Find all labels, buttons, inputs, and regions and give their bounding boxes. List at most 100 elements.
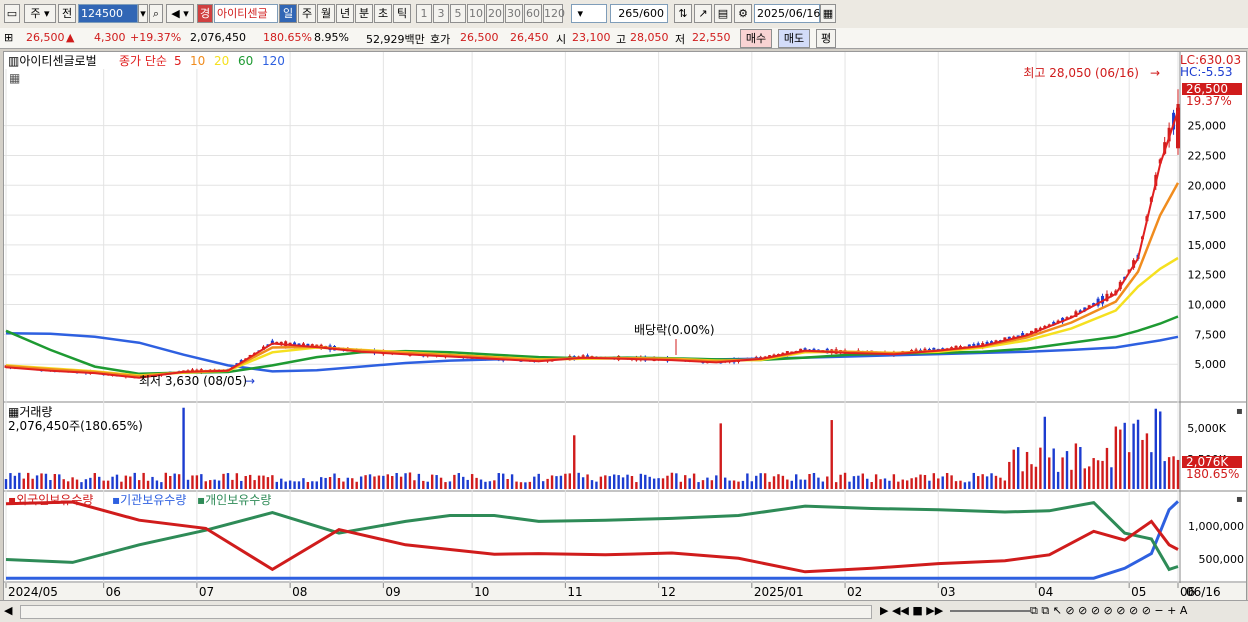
volume-bar (1145, 433, 1149, 489)
minute-tab-1[interactable]: 1 (416, 4, 432, 23)
calendar-icon[interactable]: ▦ (820, 4, 836, 23)
volume-bar (999, 477, 1002, 489)
minute-tab-120[interactable]: 120 (543, 4, 565, 23)
ma120-line (5, 331, 1179, 373)
volume-bar (559, 475, 563, 489)
x-tick-label: 06 (106, 585, 121, 599)
volume-bar (422, 480, 425, 489)
volume-bar (262, 475, 265, 489)
volume-bar (386, 474, 389, 489)
chart-area[interactable]: 25,000 22,500 20,000 17,500 15,000 12,500 10,0… (3, 51, 1247, 602)
save-icon[interactable]: ▤ (714, 4, 732, 23)
volume-bar (333, 473, 336, 489)
candle-icon[interactable]: ⇅ (674, 4, 692, 23)
volume-bar (1003, 480, 1007, 489)
volume-bar (382, 475, 385, 489)
volume-bar (786, 479, 789, 489)
eval-button[interactable]: 평 (816, 29, 836, 48)
volume-bar (337, 478, 341, 489)
volume-bar (550, 475, 554, 489)
volume-bar (626, 474, 629, 489)
volume-bar (826, 476, 829, 489)
volume-bar (479, 479, 483, 489)
change-percent: +19.37% (130, 31, 182, 44)
minute-tab-60[interactable]: 60 (524, 4, 542, 23)
chart-svg[interactable]: 25,000 22,500 20,000 17,500 15,000 12,500 10,0… (4, 52, 1246, 601)
chart-title: ▥아이티센글로벌 (8, 54, 97, 68)
volume-bar (1114, 426, 1118, 489)
volume-bar (302, 478, 305, 489)
period-tab-0[interactable]: 일 (279, 4, 297, 23)
minute-tab-20[interactable]: 20 (486, 4, 504, 23)
zoom-slider[interactable] (950, 610, 1030, 612)
volume-bar (652, 478, 656, 489)
scroll-left-icon[interactable]: ◀ (4, 604, 12, 617)
volume-bar (311, 481, 314, 489)
volume-bar (950, 475, 953, 489)
period-tab-3[interactable]: 년 (336, 4, 354, 23)
volume-bar (604, 475, 607, 489)
minute-tab-5[interactable]: 5 (450, 4, 466, 23)
speaker-icon[interactable]: ◀ ▾ (166, 4, 194, 23)
volume-bar (701, 480, 705, 489)
pct-label: 19.37% (1186, 94, 1232, 108)
volume-bar (404, 473, 407, 489)
period-tab-2[interactable]: 월 (317, 4, 335, 23)
volume-bar (26, 472, 30, 489)
interval-select[interactable]: ▾ (571, 4, 607, 23)
volume-bar (160, 482, 163, 489)
volume-bar (1119, 429, 1122, 489)
scroll-track[interactable] (20, 605, 872, 619)
minute-tab-10[interactable]: 10 (467, 4, 485, 23)
volume-bar (284, 481, 287, 489)
volume-bar (1154, 408, 1158, 489)
volume-bar (342, 481, 345, 489)
volume-bar (968, 481, 971, 489)
volume-bar (169, 475, 172, 489)
code-dropdown-icon[interactable]: ▾ (138, 4, 148, 23)
period-tab-5[interactable]: 초 (374, 4, 392, 23)
chart-type-icon[interactable]: ▭ (4, 4, 20, 23)
buy-button[interactable]: 매수 (740, 29, 772, 48)
date-field[interactable]: 2025/06/16 (754, 4, 820, 23)
search-icon[interactable]: ⌕ (149, 4, 163, 23)
tool-icons[interactable]: ⧉ ⧉ ↖ ⊘ ⊘ ⊘ ⊘ ⊘ ⊘ ⊘ − + A (1030, 604, 1187, 618)
volume-bar (808, 474, 811, 489)
volume-bar (213, 479, 216, 489)
period-tab-6[interactable]: 틱 (393, 4, 411, 23)
volume-bar (1065, 451, 1069, 489)
market-select[interactable]: 주 ▾ (24, 4, 56, 23)
minute-tab-30[interactable]: 30 (505, 4, 523, 23)
holding-tick-label: 1,000,000 (1188, 520, 1244, 533)
open-price: 23,100 (572, 31, 611, 44)
volume-bar (9, 473, 12, 489)
volume-bar (874, 474, 878, 489)
scroll-bar[interactable]: ◀ ▶ ◀◀ ■ ▶▶ ⧉ ⧉ ↖ ⊘ ⊘ ⊘ ⊘ ⊘ ⊘ ⊘ − + A (0, 600, 1248, 622)
volume-bar (426, 481, 429, 489)
volume-bar (977, 476, 980, 489)
playback-controls[interactable]: ▶ ◀◀ ■ ▶▶ (880, 604, 943, 617)
period-tab-1[interactable]: 주 (298, 4, 316, 23)
x-tick-label: 08 (292, 585, 307, 599)
sell-button[interactable]: 매도 (778, 29, 810, 48)
stock-name-field[interactable]: 아이티센글 (214, 4, 278, 23)
volume-bar (994, 475, 998, 489)
volume-bar (1074, 443, 1078, 489)
volume-bar (599, 476, 603, 489)
gear-icon[interactable]: ⚙ (734, 4, 752, 23)
draw-icon[interactable]: ↗ (694, 4, 712, 23)
stock-code-input[interactable]: 124500 (78, 4, 138, 23)
volume-bar (253, 480, 256, 489)
volume-bar (746, 473, 749, 489)
volume-bar (435, 475, 438, 489)
volume-bar (990, 473, 993, 489)
count-value: 265 (618, 7, 640, 20)
prev-button[interactable]: 전 (58, 4, 76, 23)
price-tick-label: 10,000 (1188, 299, 1227, 312)
volume-bar (80, 482, 83, 489)
minute-tab-3[interactable]: 3 (433, 4, 449, 23)
volume-pct-label: 180.65% (1186, 467, 1239, 481)
period-tab-4[interactable]: 분 (355, 4, 373, 23)
count-field[interactable]: 265/600 (610, 4, 668, 23)
turnover-value: 8.95% (314, 31, 349, 44)
